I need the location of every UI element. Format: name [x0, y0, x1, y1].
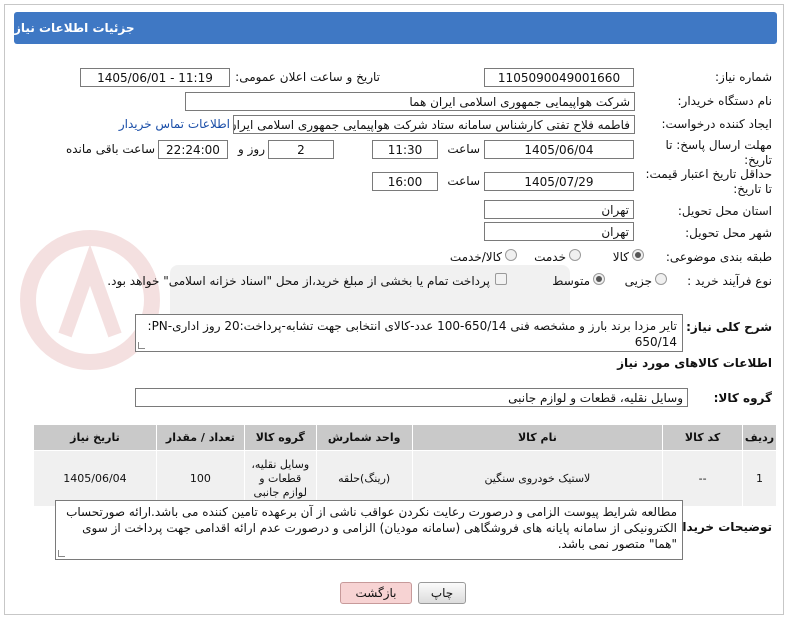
delivery-city-label: شهر محل تحویل: [685, 226, 772, 240]
delivery-province-field: تهران [484, 200, 634, 219]
goods-group-field: وسایل نقلیه، قطعات و لوازم جانبی [135, 388, 688, 407]
announce-datetime-field: 1405/06/01 - 11:19 [80, 68, 230, 87]
requester-field: فاطمه فلاح تفتی کارشناس سامانه ستاد شرکت… [233, 115, 635, 134]
reply-time-label: ساعت [447, 142, 480, 156]
page-title: جزئیات اطلاعات نیاز [14, 21, 135, 35]
purchase-radio-medium[interactable] [593, 273, 605, 285]
cell-group: وسایل نقلیه، قطعات و لوازم جانبی [243, 450, 317, 507]
need-number-field: 1105090049001660 [484, 68, 634, 87]
cell-code: -- [662, 450, 744, 507]
summary-line-2: 650/14 [634, 335, 677, 349]
category-radio-goods-service[interactable] [505, 249, 517, 261]
remaining-time-field: 22:24:00 [158, 140, 228, 159]
buyer-notes-text: مطالعه شرایط پیوست الزامی و درصورت رعایت… [66, 505, 677, 551]
purchase-type-label: نوع فرآیند خرید : [687, 274, 772, 288]
reply-deadline-label-2: تاریخ: [744, 153, 772, 167]
summary-line-1: تایر مزدا برند بارز و مشخصه فنی 650/14-1… [147, 319, 677, 333]
col-row: ردیف [742, 424, 777, 451]
announce-datetime-label: تاریخ و ساعت اعلان عمومی: [235, 70, 380, 84]
buyer-notes-textarea: مطالعه شرایط پیوست الزامی و درصورت رعایت… [55, 500, 683, 560]
buyer-org-field: شرکت هواپیمایی جمهوری اسلامی ایران هما [185, 92, 635, 111]
goods-table-header: ردیف کد کالا نام کالا واحد شمارش گروه کا… [33, 424, 777, 451]
col-unit: واحد شمارش [315, 424, 413, 451]
summary-textarea: تایر مزدا برند بارز و مشخصه فنی 650/14-1… [135, 314, 683, 352]
cell-unit: (رینگ)حلقه [315, 450, 413, 507]
resize-handle-icon[interactable] [138, 342, 145, 349]
treasury-payment-note: پرداخت تمام یا بخشی از مبلغ خرید،از محل … [107, 274, 490, 288]
purchase-option-minor: جزیی [624, 274, 652, 288]
reply-deadline-time: 11:30 [372, 140, 438, 159]
col-group: گروه کالا [243, 424, 317, 451]
price-validity-time: 16:00 [372, 172, 438, 191]
reply-days-field: 2 [268, 140, 334, 159]
cell-qty: 100 [155, 450, 245, 507]
page-header: جزئیات اطلاعات نیاز [14, 12, 777, 44]
category-label: طبقه بندی موضوعی: [665, 250, 772, 264]
price-validity-time-label: ساعت [447, 174, 480, 188]
goods-info-title: اطلاعات کالاهای مورد نیاز [617, 356, 772, 370]
goods-group-label: گروه کالا: [713, 391, 772, 405]
reply-deadline-label-1: مهلت ارسال پاسخ: تا [665, 138, 772, 152]
category-option-goods: کالا [612, 250, 629, 264]
buyer-notes-label: توضیحات خریدار: [670, 520, 772, 534]
cell-date: 1405/06/04 [33, 450, 157, 507]
col-date: تاریخ نیاز [33, 424, 157, 451]
treasury-payment-checkbox[interactable] [495, 273, 507, 285]
purchase-radio-minor[interactable] [655, 273, 667, 285]
goods-table: ردیف کد کالا نام کالا واحد شمارش گروه کا… [33, 424, 777, 507]
table-row: 1 -- لاستیک خودروی سنگین (رینگ)حلقه وسای… [33, 450, 777, 507]
category-option-service: خدمت [534, 250, 566, 264]
category-option-goods-service: کالا/خدمت [449, 250, 502, 264]
category-radio-service[interactable] [569, 249, 581, 261]
cell-name: لاستیک خودروی سنگین [411, 450, 664, 507]
col-code: کد کالا [662, 424, 744, 451]
need-number-label: شماره نیاز: [715, 70, 772, 84]
summary-label: شرح کلی نیاز: [686, 320, 772, 334]
remaining-time-label: ساعت باقی مانده [65, 142, 155, 156]
cell-row: 1 [742, 450, 777, 507]
delivery-city-field: تهران [484, 222, 634, 241]
back-button[interactable]: بازگشت [340, 582, 412, 604]
requester-label: ایجاد کننده درخواست: [661, 117, 772, 131]
col-name: نام کالا [411, 424, 664, 451]
resize-handle-icon[interactable] [58, 550, 65, 557]
buyer-contact-link[interactable]: اطلاعات تماس خریدار [119, 117, 230, 131]
price-validity-label-2: تا تاریخ: [733, 182, 772, 196]
reply-days-label: روز و [238, 142, 265, 156]
col-qty: تعداد / مقدار [155, 424, 245, 451]
purchase-option-medium: متوسط [552, 274, 590, 288]
category-radio-goods[interactable] [632, 249, 644, 261]
print-button[interactable]: چاپ [418, 582, 466, 604]
price-validity-date: 1405/07/29 [484, 172, 634, 191]
reply-deadline-date: 1405/06/04 [484, 140, 634, 159]
buyer-org-label: نام دستگاه خریدار: [677, 94, 773, 108]
delivery-province-label: استان محل تحویل: [677, 204, 772, 218]
price-validity-label-1: حداقل تاریخ اعتبار قیمت: [645, 167, 772, 181]
